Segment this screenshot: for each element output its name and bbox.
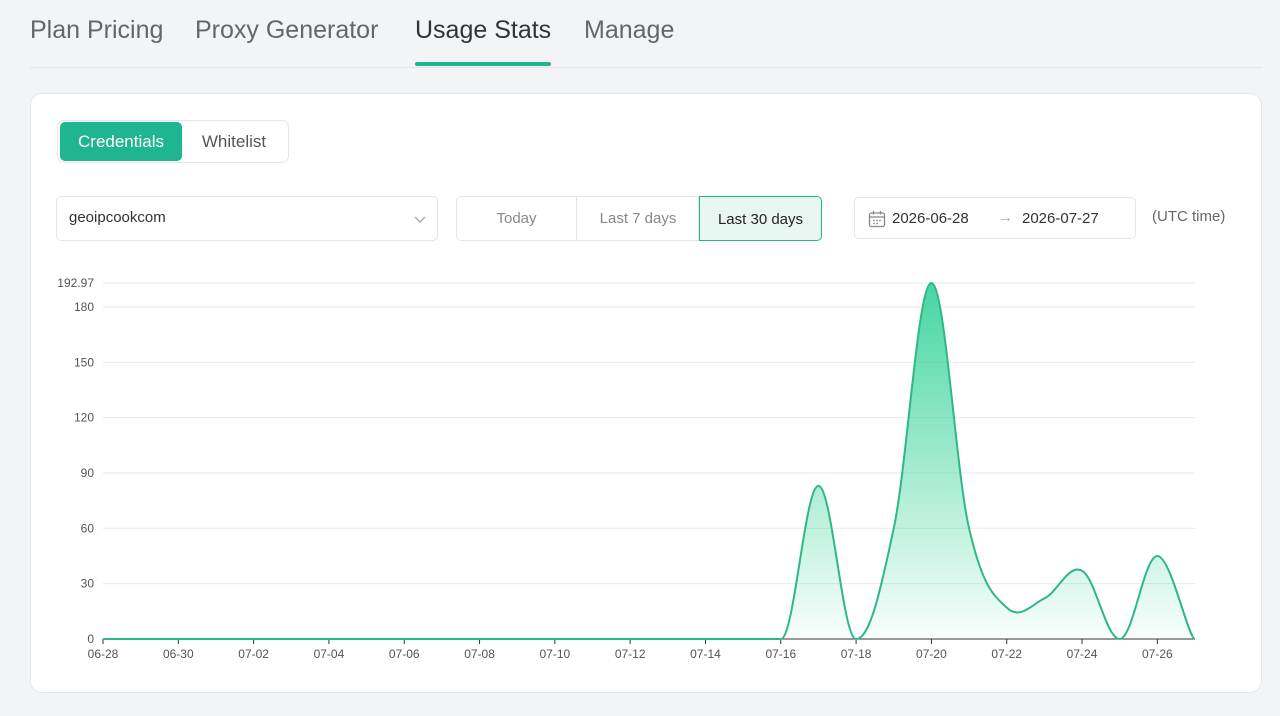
data-point-07-06[interactable] <box>401 636 407 642</box>
y-tick-label: 120 <box>74 411 94 425</box>
data-point-07-05[interactable] <box>364 636 370 642</box>
y-tick-label: 0 <box>87 632 94 646</box>
data-point-07-07[interactable] <box>439 636 445 642</box>
data-point-07-26[interactable] <box>1154 553 1160 559</box>
x-tick-label: 07-08 <box>464 647 495 661</box>
y-tick-label: 192.97 <box>57 276 94 290</box>
x-tick-label: 07-02 <box>238 647 269 661</box>
x-tick-label: 06-28 <box>88 647 119 661</box>
x-tick-label: 06-30 <box>163 647 194 661</box>
data-point-07-01[interactable] <box>213 636 219 642</box>
x-tick-label: 07-22 <box>991 647 1022 661</box>
usage-area <box>103 283 1195 639</box>
data-point-07-21[interactable] <box>966 525 972 531</box>
data-point-07-08[interactable] <box>477 636 483 642</box>
data-point-07-12[interactable] <box>627 636 633 642</box>
data-point-07-10[interactable] <box>552 636 558 642</box>
usage-chart: 0 30 60 90 120 150 180 192.97 06-28 06-30 07-02 07-… <box>57 276 1198 661</box>
data-point-07-20[interactable] <box>928 280 934 286</box>
data-point-07-23[interactable] <box>1041 595 1047 601</box>
x-tick-label: 07-10 <box>540 647 571 661</box>
data-point-07-15[interactable] <box>740 636 746 642</box>
data-point-07-19[interactable] <box>891 525 897 531</box>
x-tick-label: 07-12 <box>615 647 646 661</box>
usage-line <box>102 281 1196 641</box>
data-point-07-14[interactable] <box>702 636 708 642</box>
data-point-06-28[interactable] <box>100 636 106 642</box>
y-tick-label: 30 <box>81 577 95 591</box>
y-tick-label: 150 <box>74 355 94 369</box>
x-tick-label: 07-04 <box>314 647 345 661</box>
data-point-07-03[interactable] <box>288 636 294 642</box>
data-point-07-11[interactable] <box>590 636 596 642</box>
data-point-07-22[interactable] <box>1004 605 1010 611</box>
x-tick-label: 07-18 <box>841 647 872 661</box>
data-point-06-29[interactable] <box>138 636 144 642</box>
data-point-07-17[interactable] <box>815 483 821 489</box>
data-point-07-02[interactable] <box>251 636 257 642</box>
data-point-07-13[interactable] <box>665 636 671 642</box>
data-point-07-04[interactable] <box>326 636 332 642</box>
x-tick-label: 07-26 <box>1142 647 1173 661</box>
data-point-07-18[interactable] <box>853 636 859 642</box>
data-point-07-24[interactable] <box>1079 568 1085 574</box>
x-tick-label: 07-24 <box>1067 647 1098 661</box>
y-tick-label: 180 <box>74 300 94 314</box>
x-tick-label: 07-14 <box>690 647 721 661</box>
data-point-06-30[interactable] <box>175 636 181 642</box>
x-tick-label: 07-16 <box>765 647 796 661</box>
y-tick-label: 60 <box>81 521 95 535</box>
y-tick-label: 90 <box>81 466 95 480</box>
data-point-07-27[interactable] <box>1192 636 1198 642</box>
data-point-07-25[interactable] <box>1117 636 1123 642</box>
data-point-07-16[interactable] <box>778 636 784 642</box>
data-point-07-09[interactable] <box>514 636 520 642</box>
x-tick-label: 07-20 <box>916 647 947 661</box>
x-tick-label: 07-06 <box>389 647 420 661</box>
